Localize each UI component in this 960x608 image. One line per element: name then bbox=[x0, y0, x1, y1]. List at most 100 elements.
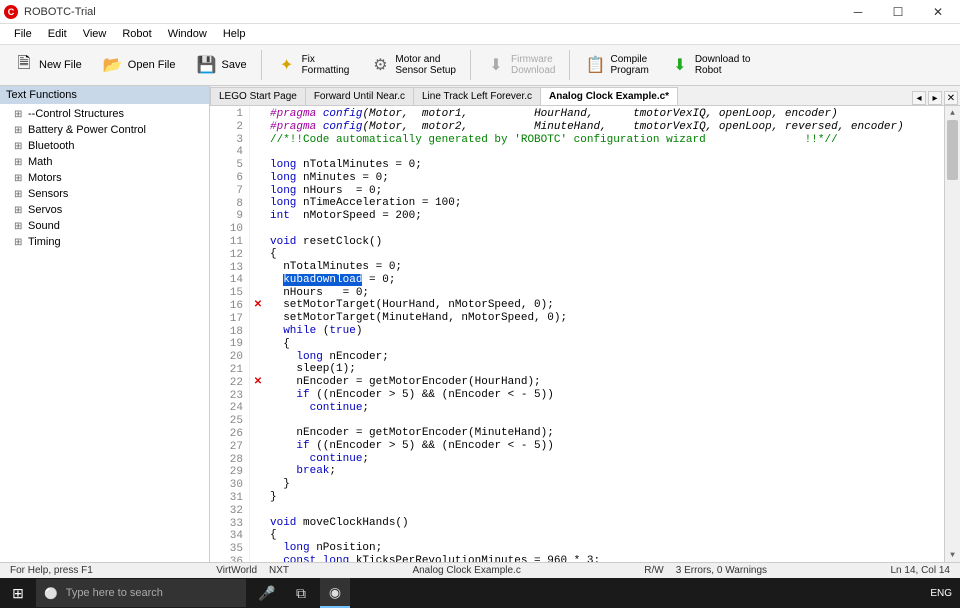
status-position: Ln 14, Col 14 bbox=[885, 565, 957, 576]
firmware-label: FirmwareDownload bbox=[511, 54, 555, 76]
status-world: VirtWorld bbox=[210, 565, 263, 576]
tab-file2[interactable]: Line Track Left Forever.c bbox=[413, 87, 541, 105]
fix-label: FixFormatting bbox=[302, 54, 350, 76]
menu-view[interactable]: View bbox=[75, 26, 115, 42]
open-file-button[interactable]: 📂 Open File bbox=[93, 47, 185, 83]
save-icon: 💾 bbox=[196, 54, 218, 76]
start-button[interactable]: ⊞ bbox=[0, 578, 36, 608]
main-area: Text Functions ⊞--Control Structures ⊞Ba… bbox=[0, 86, 960, 562]
menu-file[interactable]: File bbox=[6, 26, 40, 42]
expand-icon: ⊞ bbox=[14, 189, 24, 200]
tree-item-bluetooth[interactable]: ⊞Bluetooth bbox=[0, 138, 209, 154]
download-icon: ⬇ bbox=[669, 54, 691, 76]
tray-lang[interactable]: ENG bbox=[930, 588, 952, 599]
tab-file3[interactable]: Analog Clock Example.c* bbox=[540, 87, 678, 105]
tab-controls: ◂ ▸ ✕ bbox=[912, 91, 958, 105]
editor-area: LEGO Start Page Forward Until Near.c Lin… bbox=[210, 86, 960, 562]
fix-formatting-button[interactable]: ✦ FixFormatting bbox=[267, 47, 359, 83]
tree-item-control[interactable]: ⊞--Control Structures bbox=[0, 106, 209, 122]
compile-button[interactable]: 📋 CompileProgram bbox=[575, 47, 657, 83]
scroll-down-icon[interactable]: ▼ bbox=[945, 548, 960, 562]
tree-item-servos[interactable]: ⊞Servos bbox=[0, 202, 209, 218]
expand-icon: ⊞ bbox=[14, 141, 24, 152]
taskbar-search[interactable]: ⚪ Type here to search bbox=[36, 579, 246, 607]
title-bar: C ROBOTC-Trial ─ ☐ ✕ bbox=[0, 0, 960, 24]
compile-label: CompileProgram bbox=[610, 54, 648, 76]
sidebar-body: ⊞--Control Structures ⊞Battery & Power C… bbox=[0, 104, 209, 562]
save-label: Save bbox=[222, 59, 247, 71]
save-button[interactable]: 💾 Save bbox=[187, 47, 256, 83]
toolbar-separator bbox=[261, 50, 262, 80]
download-label: Download toRobot bbox=[695, 54, 751, 76]
status-bar: For Help, press F1 VirtWorld NXT Analog … bbox=[0, 562, 960, 578]
status-errors: 3 Errors, 0 Warnings bbox=[670, 565, 773, 576]
toolbar-separator bbox=[470, 50, 471, 80]
firmware-button[interactable]: ⬇ FirmwareDownload bbox=[476, 47, 564, 83]
error-markers: ✕✕ bbox=[250, 106, 266, 562]
new-file-button[interactable]: 🗎 New File bbox=[4, 47, 91, 83]
fix-icon: ✦ bbox=[276, 54, 298, 76]
tree-item-battery[interactable]: ⊞Battery & Power Control bbox=[0, 122, 209, 138]
maximize-button[interactable]: ☐ bbox=[886, 3, 910, 21]
tree-item-sensors[interactable]: ⊞Sensors bbox=[0, 186, 209, 202]
open-file-label: Open File bbox=[128, 59, 176, 71]
app-icon: C bbox=[4, 5, 18, 19]
status-platform: NXT bbox=[263, 565, 295, 576]
menu-window[interactable]: Window bbox=[160, 26, 215, 42]
menu-bar: File Edit View Robot Window Help bbox=[0, 24, 960, 44]
scroll-up-icon[interactable]: ▲ bbox=[945, 106, 960, 120]
expand-icon: ⊞ bbox=[14, 237, 24, 248]
task-icons: 🎤 ⧉ ◉ bbox=[252, 578, 350, 608]
new-file-label: New File bbox=[39, 59, 82, 71]
download-button[interactable]: ⬇ Download toRobot bbox=[660, 47, 760, 83]
expand-icon: ⊞ bbox=[14, 109, 24, 120]
tab-startpage[interactable]: LEGO Start Page bbox=[210, 87, 306, 105]
taskview-icon[interactable]: ⧉ bbox=[286, 578, 316, 608]
tab-prev-button[interactable]: ◂ bbox=[912, 91, 926, 105]
tab-next-button[interactable]: ▸ bbox=[928, 91, 942, 105]
search-icon: ⚪ bbox=[44, 587, 58, 600]
minimize-button[interactable]: ─ bbox=[846, 3, 870, 21]
tab-bar: LEGO Start Page Forward Until Near.c Lin… bbox=[210, 86, 960, 106]
menu-help[interactable]: Help bbox=[215, 26, 254, 42]
tab-close-button[interactable]: ✕ bbox=[944, 91, 958, 105]
close-button[interactable]: ✕ bbox=[926, 3, 950, 21]
expand-icon: ⊞ bbox=[14, 125, 24, 136]
scroll-thumb[interactable] bbox=[947, 120, 958, 180]
vertical-scrollbar[interactable]: ▲ ▼ bbox=[944, 106, 960, 562]
menu-edit[interactable]: Edit bbox=[40, 26, 75, 42]
motor-setup-button[interactable]: ⚙ Motor andSensor Setup bbox=[360, 47, 465, 83]
sidebar-header: Text Functions bbox=[0, 86, 209, 104]
status-rw: R/W bbox=[638, 565, 669, 576]
code-editor[interactable]: 1234567891011121314151617181920212223242… bbox=[210, 106, 960, 562]
window-title: ROBOTC-Trial bbox=[24, 6, 846, 18]
status-help: For Help, press F1 bbox=[4, 565, 99, 576]
cortana-icon[interactable]: 🎤 bbox=[252, 578, 282, 608]
motor-icon: ⚙ bbox=[369, 54, 391, 76]
tree-item-math[interactable]: ⊞Math bbox=[0, 154, 209, 170]
windows-taskbar: ⊞ ⚪ Type here to search 🎤 ⧉ ◉ ENG bbox=[0, 578, 960, 608]
expand-icon: ⊞ bbox=[14, 205, 24, 216]
expand-icon: ⊞ bbox=[14, 173, 24, 184]
motor-label: Motor andSensor Setup bbox=[395, 54, 456, 76]
tree-item-timing[interactable]: ⊞Timing bbox=[0, 234, 209, 250]
line-gutter: 1234567891011121314151617181920212223242… bbox=[210, 106, 250, 562]
toolbar-separator bbox=[569, 50, 570, 80]
toolbar: 🗎 New File 📂 Open File 💾 Save ✦ FixForma… bbox=[0, 44, 960, 86]
tab-file1[interactable]: Forward Until Near.c bbox=[305, 87, 414, 105]
status-file: Analog Clock Example.c bbox=[406, 565, 526, 576]
window-controls: ─ ☐ ✕ bbox=[846, 3, 956, 21]
tree-item-motors[interactable]: ⊞Motors bbox=[0, 170, 209, 186]
menu-robot[interactable]: Robot bbox=[114, 26, 159, 42]
expand-icon: ⊞ bbox=[14, 221, 24, 232]
tree-item-sound[interactable]: ⊞Sound bbox=[0, 218, 209, 234]
code-content[interactable]: #pragma config(Motor, motor1, HourHand, … bbox=[266, 106, 944, 562]
system-tray: ENG bbox=[930, 588, 960, 599]
compile-icon: 📋 bbox=[584, 54, 606, 76]
expand-icon: ⊞ bbox=[14, 157, 24, 168]
firmware-icon: ⬇ bbox=[485, 54, 507, 76]
search-placeholder: Type here to search bbox=[66, 587, 163, 599]
open-file-icon: 📂 bbox=[102, 54, 124, 76]
sidebar: Text Functions ⊞--Control Structures ⊞Ba… bbox=[0, 86, 210, 562]
taskbar-app-icon[interactable]: ◉ bbox=[320, 578, 350, 608]
